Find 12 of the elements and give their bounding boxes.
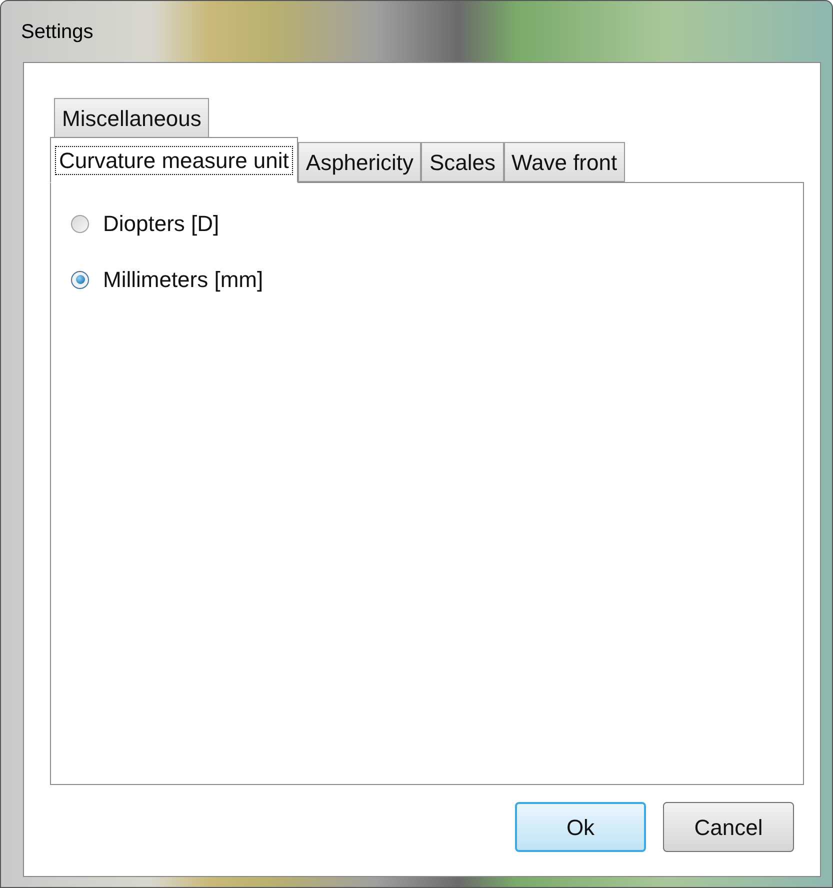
radio-label: Millimeters [mm] <box>103 266 264 294</box>
tab[interactable]: Wave front <box>504 142 626 182</box>
tab[interactable]: Curvature measure unit <box>50 137 298 183</box>
window-title: Settings <box>21 20 94 44</box>
tab[interactable]: Asphericity <box>298 142 422 182</box>
dialog-button[interactable]: Cancel <box>663 802 794 852</box>
radio-button[interactable] <box>71 214 89 232</box>
radio-button[interactable] <box>71 270 89 288</box>
tab[interactable]: Miscellaneous <box>54 98 210 138</box>
dialog-button[interactable]: Ok <box>515 802 646 852</box>
tab[interactable]: Scales <box>421 142 504 182</box>
radio-label: Diopters [D] <box>103 210 220 238</box>
